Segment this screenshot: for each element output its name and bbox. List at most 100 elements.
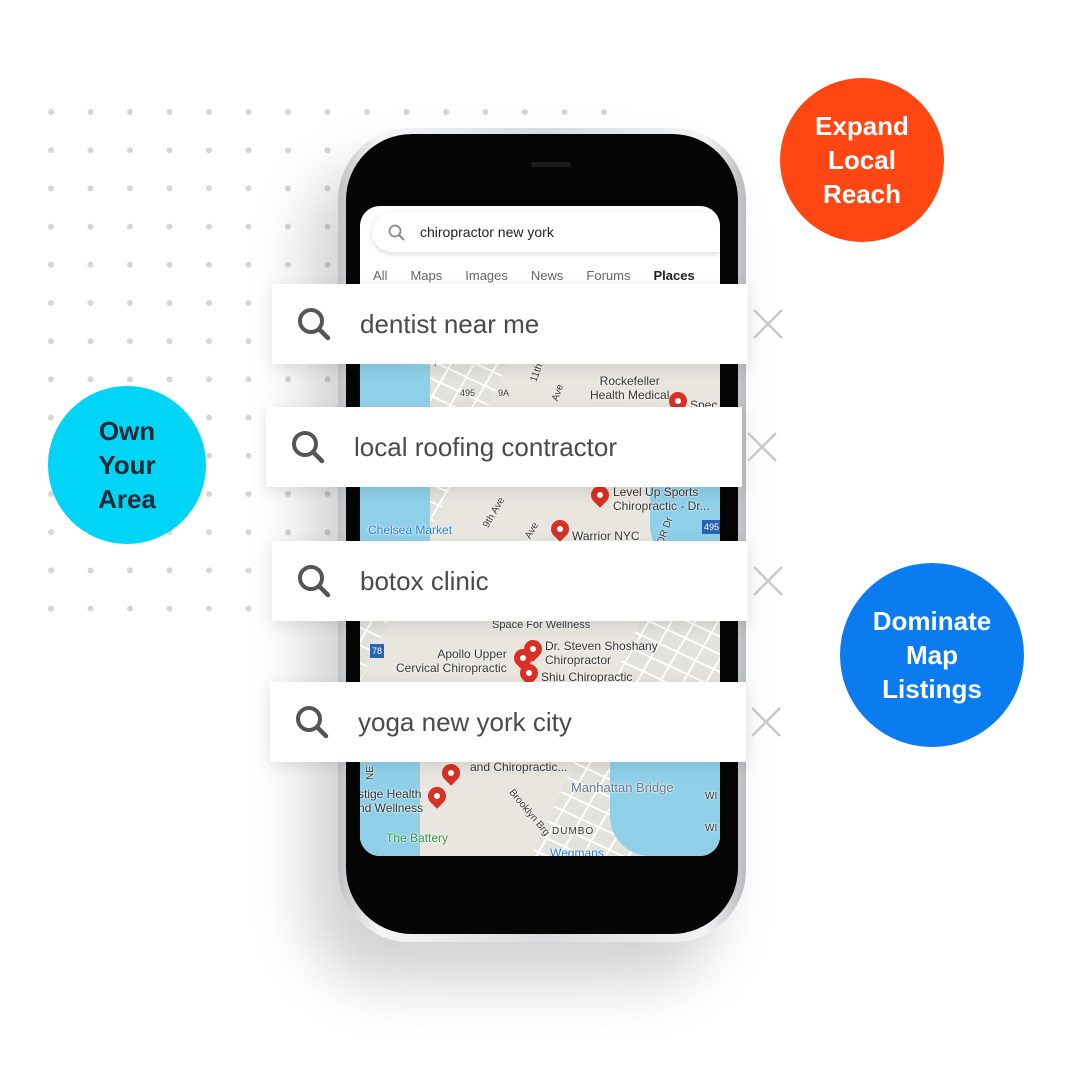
dot: [87, 185, 94, 192]
dot: [206, 491, 212, 497]
map-label[interactable]: Level Up Sports Chiropractic - Dr...: [613, 485, 710, 513]
dot: [87, 338, 94, 345]
tab-news[interactable]: News: [531, 268, 564, 283]
dot: [127, 185, 133, 192]
dot: [166, 109, 173, 115]
dot: [48, 567, 54, 574]
dot: [87, 261, 94, 268]
map-label: DUMBO: [552, 826, 595, 837]
tab-forums[interactable]: Forums: [586, 268, 630, 283]
close-icon[interactable]: [750, 706, 782, 738]
dot: [206, 567, 212, 574]
dot: [166, 376, 173, 383]
tab-all[interactable]: All: [373, 268, 387, 283]
dot: [206, 605, 212, 612]
dot: [245, 491, 252, 497]
map-label[interactable]: Manhattan Bridge: [571, 781, 674, 795]
dot: [87, 376, 94, 383]
close-icon[interactable]: [752, 565, 784, 597]
dot: [522, 109, 528, 115]
dot: [87, 567, 94, 574]
dot: [87, 300, 94, 306]
dot: [245, 147, 252, 154]
search-card[interactable]: botox clinic: [272, 541, 783, 621]
dot: [48, 185, 54, 192]
dot: [166, 261, 173, 268]
dot: [127, 261, 133, 268]
tab-maps[interactable]: Maps: [410, 268, 442, 283]
map-label: NE: [364, 766, 376, 780]
dot: [443, 109, 449, 115]
close-icon[interactable]: [752, 308, 784, 340]
dot: [245, 452, 252, 459]
close-icon[interactable]: [746, 431, 778, 463]
tab-images[interactable]: Images: [465, 268, 508, 283]
search-card[interactable]: local roofing contractor: [266, 407, 777, 487]
dot: [324, 261, 331, 268]
map-label: WI: [705, 823, 718, 834]
dot: [285, 491, 291, 497]
dot: [245, 185, 252, 192]
map-label: 78: [370, 644, 385, 658]
badge-own-your-area: Own Your Area: [48, 386, 206, 544]
dot: [48, 109, 54, 115]
map-label[interactable]: Dr. Steven Shoshany Chiropractor: [545, 639, 658, 667]
search-card[interactable]: yoga new york city: [270, 682, 781, 762]
dot: [285, 223, 291, 230]
google-header: chiropractor new york All Maps Images Ne…: [360, 206, 720, 286]
dot: [285, 147, 291, 154]
dot: [127, 109, 133, 115]
search-card[interactable]: dentist near me: [272, 284, 783, 364]
dot: [245, 109, 252, 115]
dot: [127, 338, 133, 345]
map-label[interactable]: Chelsea Market: [368, 523, 452, 537]
map-label[interactable]: stige Health nd Wellness: [360, 787, 423, 815]
dot: [245, 567, 252, 574]
dot: [206, 338, 212, 345]
map-label[interactable]: Apollo Upper Cervical Chiropractic: [396, 647, 507, 675]
dot: [206, 414, 212, 421]
dot: [482, 109, 489, 115]
map-label[interactable]: The Battery: [386, 831, 448, 845]
dot: [206, 300, 212, 306]
search-icon: [388, 224, 405, 241]
dot: [166, 605, 173, 612]
dot: [87, 605, 94, 612]
search-icon: [296, 706, 329, 739]
search-query[interactable]: local roofing contractor: [354, 432, 617, 463]
map-label[interactable]: and Chiropractic...: [470, 760, 567, 774]
dot: [127, 300, 133, 306]
dot: [245, 376, 252, 383]
dot: [206, 529, 212, 536]
search-query[interactable]: yoga new york city: [358, 707, 572, 738]
dot: [285, 376, 291, 383]
search-query[interactable]: dentist near me: [360, 309, 539, 340]
dot: [206, 452, 212, 459]
search-icon: [298, 565, 331, 598]
dot: [324, 147, 331, 154]
map-label[interactable]: Rockefeller Health Medical: [590, 374, 669, 402]
search-query[interactable]: botox clinic: [360, 566, 489, 597]
dot: [245, 414, 252, 421]
dot: [48, 414, 54, 421]
map-label[interactable]: Wegmans: [550, 846, 604, 856]
map-label: 9A: [498, 388, 510, 398]
dot: [48, 261, 54, 268]
dot: [87, 109, 94, 115]
dot: [285, 261, 291, 268]
dot: [206, 376, 212, 383]
dot: [324, 529, 331, 536]
dot: [601, 109, 607, 115]
dot: [127, 567, 133, 574]
dot: [403, 109, 410, 115]
dot: [245, 261, 252, 268]
tab-places[interactable]: Places: [653, 268, 694, 283]
dot: [245, 605, 252, 612]
google-search-bar[interactable]: chiropractor new york: [372, 212, 720, 252]
dot: [166, 567, 173, 574]
dot: [48, 223, 54, 230]
dot: [48, 147, 54, 154]
dot: [324, 223, 331, 230]
dot: [324, 185, 331, 192]
dot: [206, 109, 212, 115]
